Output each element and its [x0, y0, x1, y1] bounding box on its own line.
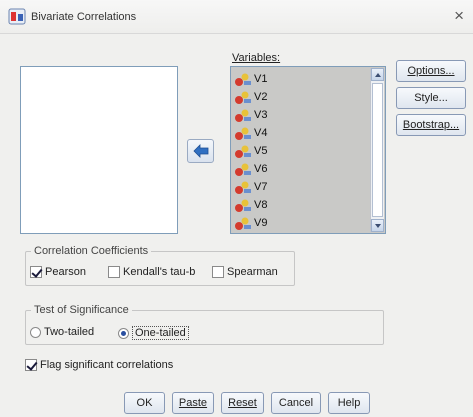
correlation-dialog-icon [8, 8, 26, 25]
one-tailed-radio[interactable]: One-tailed [118, 326, 189, 340]
ok-button[interactable]: OK [124, 392, 165, 414]
scroll-thumb[interactable] [372, 83, 383, 217]
one-tailed-radio-icon[interactable] [118, 327, 129, 339]
variable-label: V6 [254, 163, 268, 175]
two-tailed-radio-icon[interactable] [30, 326, 41, 338]
scroll-down-icon[interactable] [371, 219, 384, 232]
variable-item[interactable]: V9 [234, 214, 267, 232]
variable-label: V5 [254, 145, 268, 157]
scale-variable-icon [234, 179, 252, 195]
window-title: Bivariate Correlations [31, 11, 137, 23]
variable-item[interactable]: V2 [234, 88, 267, 106]
variable-label: V1 [254, 73, 268, 85]
scroll-up-icon[interactable] [371, 68, 384, 81]
variable-label: V7 [254, 181, 268, 193]
variable-label: V2 [254, 91, 268, 103]
kendall-checkbox[interactable]: Kendall's tau-b [108, 266, 195, 278]
reset-button[interactable]: Reset [221, 392, 264, 414]
variable-label: V4 [254, 127, 268, 139]
spearman-check-icon[interactable] [212, 266, 224, 278]
style-button[interactable]: Style... [396, 87, 466, 109]
variable-label: V8 [254, 199, 268, 211]
cancel-button[interactable]: Cancel [271, 392, 321, 414]
variable-item[interactable]: V7 [234, 178, 267, 196]
variable-item[interactable]: V8 [234, 196, 267, 214]
kendall-check-icon[interactable] [108, 266, 120, 278]
test-of-significance-title: Test of Significance [31, 304, 132, 316]
variables-list[interactable]: V9 V8 V7 V6 V5 V4 V3 V2 V1 [230, 66, 386, 234]
variables-caption: Variables: [232, 52, 281, 64]
variable-item[interactable]: V6 [234, 160, 267, 178]
move-variable-button[interactable] [187, 139, 214, 163]
spearman-checkbox[interactable]: Spearman [212, 266, 278, 278]
variable-item[interactable]: V1 [234, 70, 267, 88]
variable-label: V9 [254, 217, 268, 229]
scale-variable-icon [234, 107, 252, 123]
variables-scrollbar[interactable] [370, 68, 384, 232]
variable-item[interactable]: V5 [234, 142, 267, 160]
help-button[interactable]: Help [328, 392, 370, 414]
two-tailed-radio[interactable]: Two-tailed [30, 326, 94, 338]
source-variable-list[interactable] [20, 66, 178, 234]
flag-significant-checkbox[interactable]: Flag significant correlations [25, 359, 173, 371]
options-button[interactable]: Options... [396, 60, 466, 82]
variable-item[interactable]: V3 [234, 106, 267, 124]
flag-check-icon[interactable] [25, 359, 37, 371]
bootstrap-button[interactable]: Bootstrap... [396, 114, 466, 136]
pearson-checkbox[interactable]: Pearson [30, 266, 86, 278]
scale-variable-icon [234, 125, 252, 141]
scale-variable-icon [234, 143, 252, 159]
scale-variable-icon [234, 71, 252, 87]
scale-variable-icon [234, 161, 252, 177]
pearson-check-icon[interactable] [30, 266, 42, 278]
variable-item[interactable]: V4 [234, 124, 267, 142]
correlation-coefficients-title: Correlation Coefficients [31, 245, 152, 257]
arrow-left-icon [193, 144, 209, 158]
scale-variable-icon [234, 215, 252, 231]
close-icon[interactable]: × [454, 7, 464, 24]
variable-label: V3 [254, 109, 268, 121]
title-bar: Bivariate Correlations × [0, 0, 473, 34]
scale-variable-icon [234, 89, 252, 105]
paste-button[interactable]: Paste [172, 392, 214, 414]
scale-variable-icon [234, 197, 252, 213]
